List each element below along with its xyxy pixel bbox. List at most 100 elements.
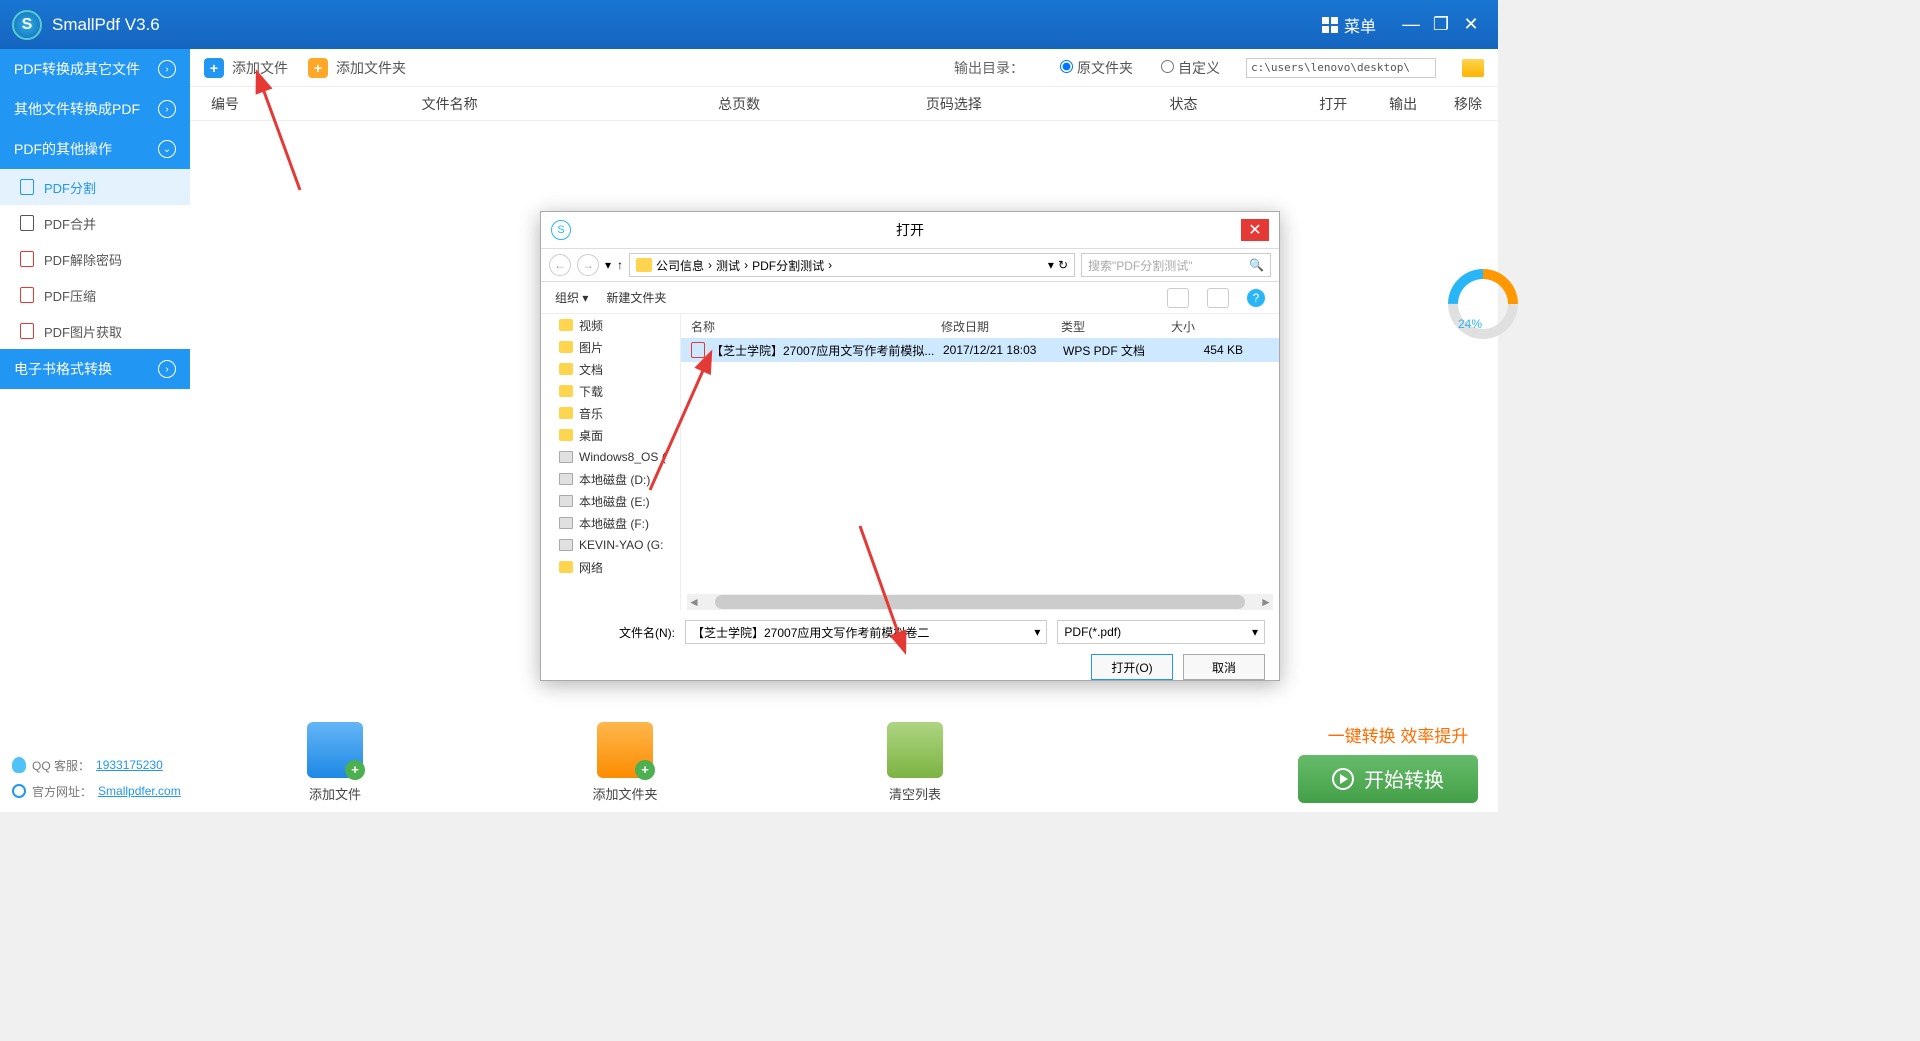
dialog-toolbar: 组织 ▾ 新建文件夹 ? xyxy=(541,282,1279,314)
file-list-headers: 名称 修改日期 类型 大小 xyxy=(681,314,1279,338)
play-icon xyxy=(1332,768,1354,790)
filetype-combobox[interactable]: PDF(*.pdf)▾ xyxy=(1057,620,1265,644)
sidebar-item-unlock[interactable]: PDF解除密码 xyxy=(0,241,190,277)
start-convert-button[interactable]: 开始转换 xyxy=(1298,755,1478,803)
sidebar-item-split[interactable]: PDF分割 xyxy=(0,169,190,205)
promo-text: 一键转换 效率提升 xyxy=(1298,722,1498,747)
chevron-right-icon: › xyxy=(158,100,176,118)
sidebar-section-convert-to[interactable]: 其他文件转换成PDF › xyxy=(0,89,190,129)
maximize-button[interactable]: ❐ xyxy=(1426,10,1456,40)
big-add-folder[interactable]: +添加文件夹 xyxy=(480,722,770,803)
radio-custom[interactable]: 自定义 xyxy=(1153,58,1220,78)
file-icon xyxy=(20,323,34,339)
file-open-dialog: S 打开 ✕ ← → ▾ ↑ 公司信息› 测试› PDF分割测试› ▾ ↻ 搜索 xyxy=(540,211,1280,681)
big-add-file[interactable]: +添加文件 xyxy=(190,722,480,803)
add-file-button[interactable]: +添加文件 xyxy=(204,58,288,78)
filename-label: 文件名(N): xyxy=(555,624,675,641)
minimize-button[interactable]: — xyxy=(1396,10,1426,40)
sidebar-section-other-ops[interactable]: PDF的其他操作 ⌄ xyxy=(0,129,190,169)
sidebar-item-merge[interactable]: PDF合并 xyxy=(0,205,190,241)
output-label: 输出目录： xyxy=(954,58,1024,78)
dialog-close-button[interactable]: ✕ xyxy=(1241,219,1269,241)
up-button[interactable]: ↑ xyxy=(617,258,623,272)
chevron-down-icon: ⌄ xyxy=(158,140,176,158)
plus-icon: + xyxy=(204,58,224,78)
col-pages: 总页数 xyxy=(639,94,839,114)
col-status: 状态 xyxy=(1069,94,1299,114)
tree-node[interactable]: 下载 xyxy=(541,380,680,402)
progress-donut: 24% xyxy=(1448,269,1528,349)
sidebar-item-extract-images[interactable]: PDF图片获取 xyxy=(0,313,190,349)
big-clear-list[interactable]: 清空列表 xyxy=(770,722,1060,803)
refresh-button[interactable]: ↻ xyxy=(1058,258,1068,272)
browse-folder-button[interactable] xyxy=(1462,59,1484,77)
app-logo-icon: S xyxy=(12,10,42,40)
col-index: 编号 xyxy=(190,94,260,114)
main-area: +添加文件 +添加文件夹 输出目录： 原文件夹 自定义 编号 文件名称 总页数 … xyxy=(190,49,1498,812)
title-bar: S SmallPdf V3.6 菜单 — ❐ ✕ xyxy=(0,0,1498,49)
preview-pane-button[interactable] xyxy=(1207,288,1229,308)
dialog-search[interactable]: 搜索"PDF分割测试" 🔍 xyxy=(1081,253,1271,277)
filename-combobox[interactable]: 【芝士学院】27007应用文写作考前模拟卷二▾ xyxy=(685,620,1047,644)
tree-node[interactable]: Windows8_OS ( xyxy=(541,446,680,468)
grid-icon xyxy=(1322,17,1338,33)
dialog-title-bar: S 打开 ✕ xyxy=(541,212,1279,248)
col-open: 打开 xyxy=(1298,94,1368,114)
file-icon xyxy=(20,287,34,303)
toolbar: +添加文件 +添加文件夹 输出目录： 原文件夹 自定义 xyxy=(190,49,1498,87)
file-list: 名称 修改日期 类型 大小 【芝士学院】27007应用文写作考前模拟... 20… xyxy=(681,314,1279,610)
bottom-bar: +添加文件 +添加文件夹 清空列表 一键转换 效率提升 开始转换 xyxy=(190,712,1498,812)
menu-button[interactable]: 菜单 xyxy=(1322,13,1376,37)
qq-link[interactable]: 1933175230 xyxy=(96,758,163,772)
dialog-footer: 文件名(N): 【芝士学院】27007应用文写作考前模拟卷二▾ PDF(*.pd… xyxy=(541,610,1279,690)
plus-icon: + xyxy=(308,58,328,78)
tree-node[interactable]: 音乐 xyxy=(541,402,680,424)
tree-node[interactable]: 图片 xyxy=(541,336,680,358)
file-row[interactable]: 【芝士学院】27007应用文写作考前模拟... 2017/12/21 18:03… xyxy=(681,338,1279,362)
tree-node[interactable]: 本地磁盘 (E:) xyxy=(541,490,680,512)
help-button[interactable]: ? xyxy=(1247,289,1265,307)
site-link[interactable]: Smallpdfer.com xyxy=(98,784,181,798)
chevron-right-icon: › xyxy=(158,360,176,378)
back-button[interactable]: ← xyxy=(549,254,571,276)
dialog-body: 视频 图片 文档 下载 音乐 桌面 Windows8_OS ( 本地磁盘 (D:… xyxy=(541,314,1279,610)
dialog-icon: S xyxy=(551,220,571,240)
tree-node[interactable]: 本地磁盘 (F:) xyxy=(541,512,680,534)
tree-node[interactable]: KEVIN-YAO (G: xyxy=(541,534,680,556)
radio-original[interactable]: 原文件夹 xyxy=(1052,58,1133,78)
file-icon xyxy=(20,179,34,195)
horizontal-scrollbar[interactable]: ◄► xyxy=(687,594,1273,610)
tree-node[interactable]: 文档 xyxy=(541,358,680,380)
new-folder-button[interactable]: 新建文件夹 xyxy=(606,289,666,306)
tree-node[interactable]: 桌面 xyxy=(541,424,680,446)
dialog-nav-bar: ← → ▾ ↑ 公司信息› 测试› PDF分割测试› ▾ ↻ 搜索"PDF分割测… xyxy=(541,248,1279,282)
output-path-input[interactable] xyxy=(1246,58,1436,78)
folder-tree[interactable]: 视频 图片 文档 下载 音乐 桌面 Windows8_OS ( 本地磁盘 (D:… xyxy=(541,314,681,610)
open-button[interactable]: 打开(O) xyxy=(1091,654,1173,680)
col-pagesel: 页码选择 xyxy=(839,94,1069,114)
file-icon xyxy=(20,251,34,267)
add-folder-button[interactable]: +添加文件夹 xyxy=(308,58,406,78)
tree-node[interactable]: 本地磁盘 (D:) xyxy=(541,468,680,490)
view-mode-button[interactable] xyxy=(1167,288,1189,308)
ie-icon xyxy=(12,784,26,798)
pdf-icon xyxy=(691,342,705,358)
sidebar-section-convert-from[interactable]: PDF转换成其它文件 › xyxy=(0,49,190,89)
sidebar-section-ebook[interactable]: 电子书格式转换 › xyxy=(0,349,190,389)
close-button[interactable]: ✕ xyxy=(1456,10,1486,40)
tree-node[interactable]: 网络 xyxy=(541,556,680,578)
cancel-button[interactable]: 取消 xyxy=(1183,654,1265,680)
column-headers: 编号 文件名称 总页数 页码选择 状态 打开 输出 移除 xyxy=(190,87,1498,121)
qq-icon xyxy=(12,757,26,773)
sidebar-item-compress[interactable]: PDF压缩 xyxy=(0,277,190,313)
qq-support-row: QQ 客服： 1933175230 xyxy=(12,752,190,778)
forward-button[interactable]: → xyxy=(577,254,599,276)
tree-node[interactable]: 视频 xyxy=(541,314,680,336)
chevron-right-icon: › xyxy=(158,60,176,78)
app-title: SmallPdf V3.6 xyxy=(52,15,160,35)
sidebar-footer: QQ 客服： 1933175230 官方网址： Smallpdfer.com xyxy=(0,752,190,804)
site-row: 官方网址： Smallpdfer.com xyxy=(12,778,190,804)
dialog-title: 打开 xyxy=(579,220,1241,240)
organize-button[interactable]: 组织 ▾ xyxy=(555,289,588,306)
breadcrumb[interactable]: 公司信息› 测试› PDF分割测试› ▾ ↻ xyxy=(629,253,1075,277)
